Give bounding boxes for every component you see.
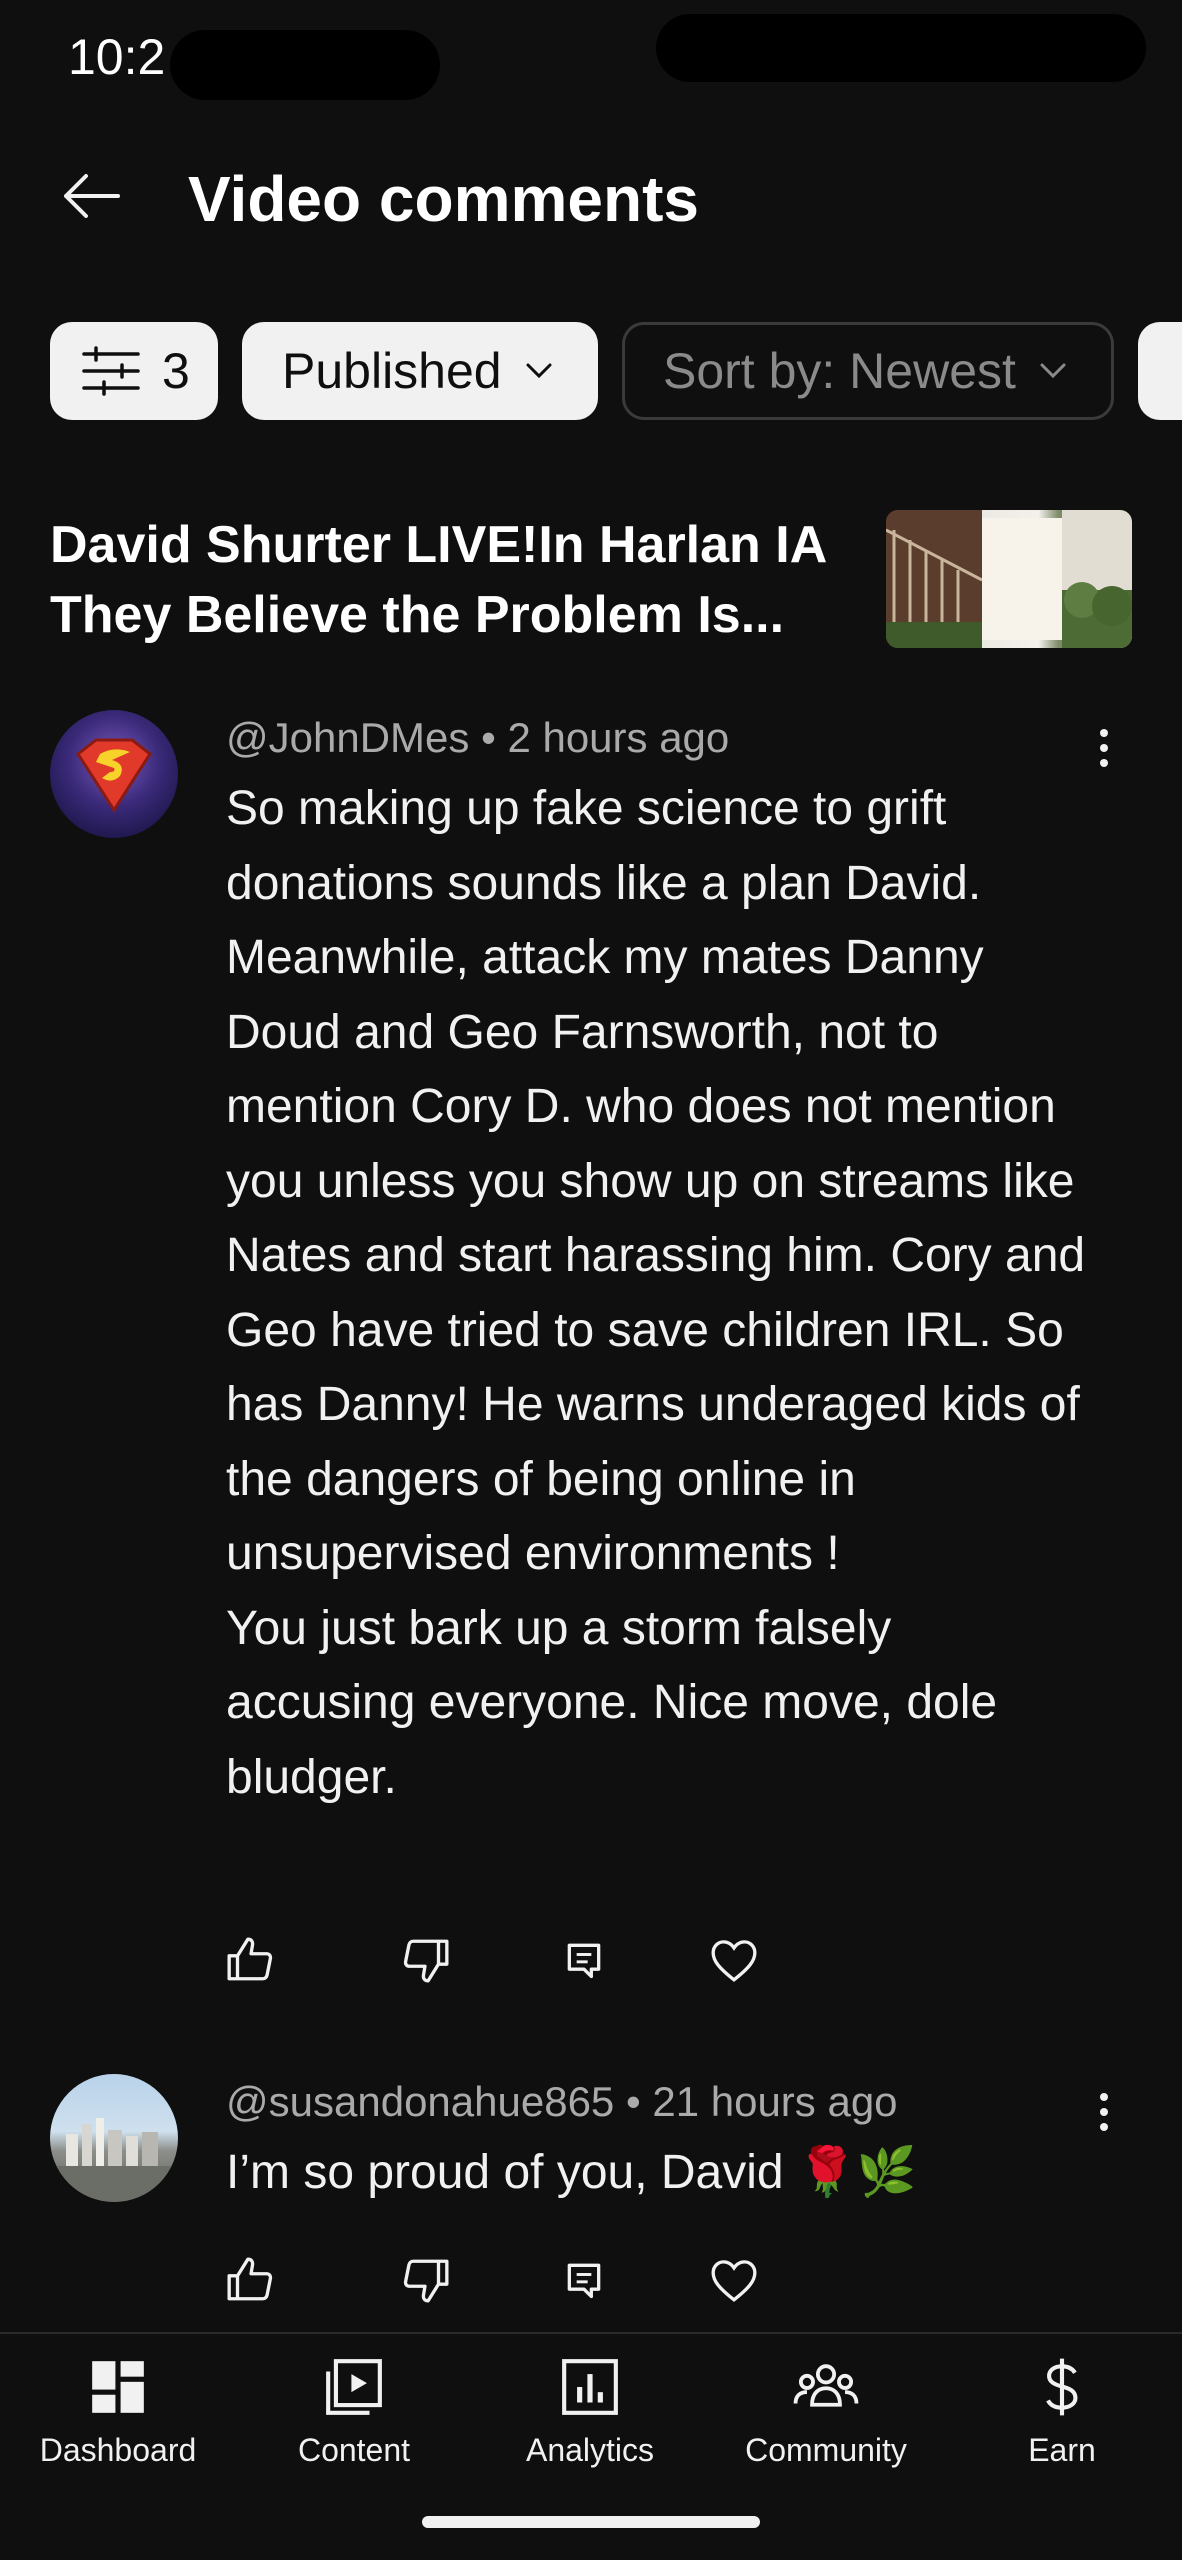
community-icon (793, 2364, 859, 2407)
nav-label: Dashboard (39, 2432, 197, 2468)
city-skyline-graphic (50, 2118, 178, 2202)
chevron-down-icon (526, 363, 552, 379)
dislike-button[interactable] (396, 1930, 456, 1990)
nav-label: Earn (1028, 2432, 1096, 2468)
nav-label: Community (745, 2432, 907, 2468)
content-icon (326, 2359, 382, 2415)
more-vertical-icon (1100, 729, 1108, 767)
nav-analytics[interactable]: Analytics (472, 2334, 708, 2504)
video-thumbnail[interactable] (886, 510, 1132, 648)
like-button[interactable] (220, 1930, 280, 1990)
nav-label: Content (297, 2432, 411, 2468)
meta-separator: • (481, 714, 508, 761)
avatar[interactable] (50, 2074, 178, 2202)
thumbs-down-icon (403, 1939, 449, 1983)
dislike-button[interactable] (396, 2250, 456, 2310)
avatar[interactable] (50, 710, 178, 838)
comment-text: So making up fake science to grift donat… (226, 782, 1086, 1804)
like-button[interactable] (220, 2250, 280, 2310)
heart-button[interactable] (704, 2250, 764, 2310)
heart-icon (711, 2260, 757, 2302)
heart-icon (711, 1940, 757, 1982)
filter-count: 3 (162, 343, 190, 399)
thumbnail-railing-graphic (886, 510, 982, 648)
home-indicator[interactable] (422, 2516, 760, 2528)
reply-button[interactable] (554, 1930, 614, 1990)
redaction-scribble-right (656, 14, 1146, 82)
chevron-down-icon (1040, 363, 1066, 379)
comment-time: 21 hours ago (652, 2078, 898, 2125)
nav-label: Analytics (525, 2432, 655, 2468)
redaction-scribble (170, 30, 440, 100)
reply-comment-icon (567, 2263, 601, 2299)
sort-label: Sort by: Newest (663, 343, 1016, 399)
video-title[interactable]: David Shurter LIVE!In Harlan IA They Bel… (50, 510, 880, 650)
page-title: Video comments (188, 163, 699, 235)
comment-time: 2 hours ago (507, 714, 730, 761)
comment-meta: @JohnDMes • 2 hours ago (226, 714, 729, 762)
status-time: 10:2 (68, 29, 166, 85)
superman-shield-icon (75, 738, 153, 813)
comment-author[interactable]: @JohnDMes (226, 714, 469, 761)
filter-sliders-icon (82, 346, 140, 396)
comment-menu-button[interactable] (1086, 2082, 1122, 2142)
published-filter-chip[interactable]: Published (242, 322, 598, 420)
analytics-icon (562, 2359, 618, 2415)
comment-meta: @susandonahue865 • 21 hours ago (226, 2078, 898, 2126)
nav-content[interactable]: Content (236, 2334, 472, 2504)
dashboard-icon (92, 2361, 144, 2413)
more-filter-chip[interactable] (1138, 322, 1182, 420)
earn-icon (1046, 2358, 1078, 2416)
published-label: Published (282, 343, 502, 399)
sort-chip[interactable]: Sort by: Newest (622, 322, 1114, 420)
nav-earn[interactable]: Earn (944, 2334, 1180, 2504)
reply-button[interactable] (554, 2250, 614, 2310)
more-vertical-icon (1100, 2093, 1108, 2131)
nav-community[interactable]: Community (708, 2334, 944, 2504)
thumbnail-handwritten-sign (982, 518, 1062, 640)
thumbnail-bushes-graphic (1062, 510, 1132, 648)
heart-button[interactable] (704, 1930, 764, 1990)
reply-comment-icon (567, 1943, 601, 1979)
filter-chip[interactable]: 3 (50, 322, 218, 420)
nav-dashboard[interactable]: Dashboard (0, 2334, 236, 2504)
back-button[interactable] (50, 160, 130, 232)
thumbs-up-icon (227, 2257, 273, 2301)
thumbs-down-icon (403, 2259, 449, 2303)
thumbs-up-icon (227, 1937, 273, 1981)
comment-author[interactable]: @susandonahue865 (226, 2078, 614, 2125)
comment-text: I’m so proud of you, David 🌹🌿 (226, 2146, 917, 2199)
comment-menu-button[interactable] (1086, 718, 1122, 778)
meta-separator: • (625, 2078, 653, 2125)
back-arrow-icon (64, 174, 120, 218)
